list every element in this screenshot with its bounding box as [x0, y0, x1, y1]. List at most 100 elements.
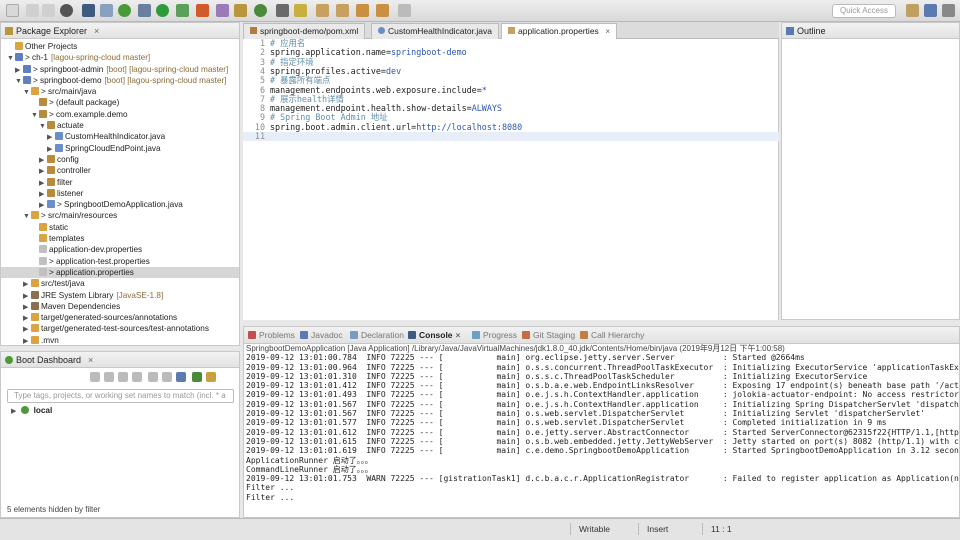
tree-item-label: actuate [57, 121, 84, 131]
open-browser-icon[interactable] [132, 372, 142, 382]
open-perspective-icon[interactable] [906, 4, 919, 17]
tab-label: Declaration [361, 330, 404, 340]
tree-item-label: > springboot-demo [33, 75, 102, 85]
tree-item[interactable]: > application.properties [1, 266, 239, 279]
tree-item[interactable]: ▶ Maven Dependencies [1, 301, 239, 312]
pkg-icon [47, 177, 55, 186]
skip-breakpoints-icon[interactable] [100, 4, 113, 17]
open-type-icon[interactable] [276, 4, 289, 17]
tree-item[interactable]: ▼ actuate [1, 120, 239, 131]
java-icon [55, 132, 63, 141]
properties-editor[interactable]: 1 # 应用名 2 spring.application.name=springboo… [243, 38, 779, 320]
debug-icon[interactable] [138, 4, 151, 17]
forward-icon[interactable] [376, 4, 389, 17]
call-hierarchy-icon [580, 331, 588, 339]
new-java-icon[interactable] [216, 4, 229, 17]
close-icon[interactable]: × [88, 355, 93, 365]
tree-item[interactable]: ▶ target/generated-test-sources/test-anno… [1, 323, 239, 334]
properties-file-icon [508, 27, 515, 34]
external-tools-icon[interactable] [196, 4, 209, 17]
tab-git-staging[interactable]: Git Staging [522, 330, 575, 340]
back-icon[interactable] [356, 4, 369, 17]
tree-item[interactable]: Other Projects [1, 41, 239, 52]
tree-item[interactable]: ▶ JRE System Library [JavaSE-1.8] [1, 290, 239, 301]
tree-item[interactable]: ▼ > src/main/java [1, 86, 239, 97]
boot-dashboard-tab[interactable]: Boot Dashboard × [5, 355, 93, 365]
terminal-icon[interactable] [82, 4, 95, 17]
pin-icon[interactable] [398, 4, 411, 17]
package-explorer-tab[interactable]: Package Explorer × [5, 26, 99, 36]
local-target-item[interactable]: ▶ local [11, 405, 52, 416]
start-icon[interactable] [90, 372, 100, 382]
tree-item[interactable]: ▶ config [1, 154, 239, 165]
tree-item[interactable]: ▶ src/test/java [1, 278, 239, 289]
tree-item[interactable]: application-dev.properties [1, 244, 239, 255]
coverage-icon[interactable] [176, 4, 189, 17]
tree-item[interactable]: ▶ listener [1, 188, 239, 199]
tree-item[interactable]: ▶ SpringCloudEndPoint.java [1, 143, 239, 154]
console-line: 2019-09-12 13:01:01.619 INFO 72225 --- [… [246, 446, 959, 456]
editor-tab-pom[interactable]: springboot-demo/pom.xml [243, 23, 366, 39]
tree-item[interactable]: static [1, 222, 239, 233]
close-icon[interactable]: × [605, 26, 610, 36]
search-icon[interactable] [294, 4, 307, 17]
console-output[interactable]: SpringbootDemoApplication [Java Applicat… [243, 344, 960, 518]
console-icon[interactable] [148, 372, 158, 382]
console-line: 2019-09-12 13:01:01.310 INFO 72225 --- [… [246, 371, 868, 381]
editor-tab-application-properties[interactable]: application.properties × [501, 23, 618, 39]
console-line: Filter ... [246, 483, 295, 493]
stop-icon[interactable] [118, 372, 128, 382]
debug-perspective-icon[interactable] [942, 4, 955, 17]
tree-item[interactable]: ▶ > SpringbootDemoApplication.java [1, 199, 239, 210]
expand-all-icon[interactable] [192, 372, 202, 382]
tree-item[interactable]: ▶ .mvn [1, 335, 239, 346]
tree-item[interactable]: ▶ controller [1, 165, 239, 176]
tab-call-hierarchy[interactable]: Call Hierarchy [580, 330, 644, 340]
console-line: 2019-09-12 13:01:01.567 INFO 72225 --- [… [246, 399, 959, 409]
outline-tab[interactable]: Outline [786, 26, 826, 36]
prev-annotation-icon[interactable] [336, 4, 349, 17]
expand-icon[interactable]: ▶ [11, 406, 19, 417]
tree-item[interactable]: > (default package) [1, 97, 239, 108]
print-icon[interactable] [42, 4, 55, 17]
tree-item[interactable]: ▼ > src/main/resources [1, 210, 239, 221]
tree-item[interactable]: ▶ filter [1, 177, 239, 188]
boot-dashboard-filter-input[interactable]: Type tags, projects, or working set name… [7, 389, 234, 403]
quick-access-field[interactable]: Quick Access [832, 4, 896, 18]
tab-problems[interactable]: Problems [248, 330, 295, 340]
tree-item[interactable]: ▼ > ch-1 [lagou-spring-cloud master] [1, 52, 239, 63]
tree-item[interactable]: ▶ CustomHealthIndicator.java [1, 131, 239, 142]
tree-item[interactable]: ▼ > com.example.demo [1, 109, 239, 120]
java-perspective-icon[interactable] [924, 4, 937, 17]
tree-item[interactable]: ▶ target/generated-sources/annotations [1, 312, 239, 323]
new-class-icon[interactable] [254, 4, 267, 17]
tree-item[interactable]: > application-test.properties [1, 256, 239, 267]
new-icon[interactable] [6, 4, 19, 17]
close-icon[interactable]: × [94, 26, 99, 36]
debug-app-icon[interactable] [104, 372, 114, 382]
next-annotation-icon[interactable] [316, 4, 329, 17]
properties-icon[interactable] [162, 372, 172, 382]
new-package-icon[interactable] [234, 4, 247, 17]
tab-declaration[interactable]: Declaration [350, 330, 404, 340]
save-icon[interactable] [26, 4, 39, 17]
tree-item[interactable]: ▶ > springboot-admin [boot] [lagou-spring-… [1, 64, 239, 75]
tree-item[interactable]: templates [1, 233, 239, 244]
tree-item-label: Other Projects [25, 42, 78, 51]
code-line: 2 spring.application.name=springboot-demo [243, 47, 779, 57]
status-cursor-position: 11 : 1 [702, 523, 782, 535]
expand-icon[interactable]: ▶ [23, 336, 31, 347]
tab-progress[interactable]: Progress [472, 330, 517, 340]
property-value: * [481, 84, 487, 95]
tab-console[interactable]: Console × [408, 330, 461, 340]
run-icon[interactable] [156, 4, 169, 17]
file-icon [39, 256, 47, 265]
tree-item[interactable]: ▼ > springboot-demo [boot] [lagou-spring-c… [1, 75, 239, 86]
columns-icon[interactable] [176, 372, 186, 382]
profile-icon[interactable] [60, 4, 73, 17]
add-icon[interactable] [206, 372, 216, 382]
spring-boot-icon[interactable] [118, 4, 131, 17]
close-icon[interactable]: × [456, 330, 461, 340]
tab-javadoc[interactable]: Javadoc [300, 330, 343, 340]
editor-tab-customhealth[interactable]: CustomHealthIndicator.java [371, 23, 499, 39]
